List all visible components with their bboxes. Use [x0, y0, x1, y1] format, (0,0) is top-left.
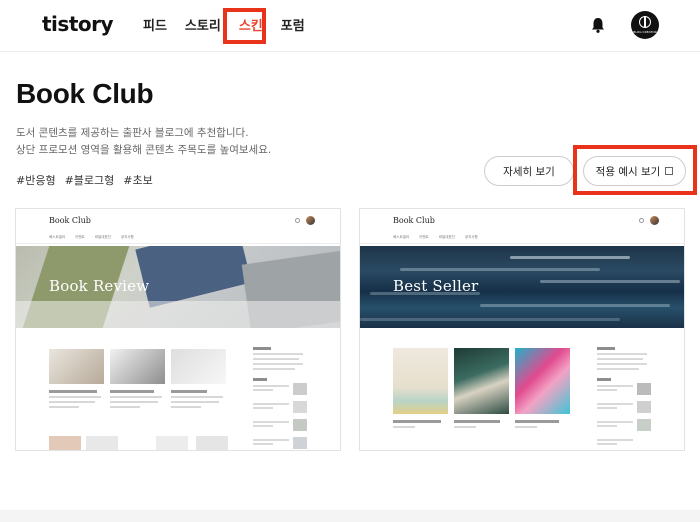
nav-feed[interactable]: 피드 — [143, 15, 167, 34]
post-thumbnail — [196, 436, 228, 450]
preview-menu-item: 비밀대표단 — [94, 235, 111, 239]
preview-menu-item: 베스트셀러 — [393, 235, 410, 239]
nav-forum[interactable]: 포럼 — [281, 15, 305, 34]
view-details-button[interactable]: 자세히 보기 — [484, 156, 574, 186]
preview-body — [360, 328, 684, 450]
divider — [16, 243, 340, 244]
view-details-label: 자세히 보기 — [503, 165, 555, 178]
search-icon — [639, 218, 644, 223]
nav-story[interactable]: 스토리 — [185, 15, 221, 34]
search-icon — [295, 218, 300, 223]
post-thumbnail — [110, 349, 165, 384]
preview-menu-item: 이벤트 — [419, 235, 429, 239]
preview-highlight-box — [573, 145, 697, 195]
post-thumbnail — [49, 349, 104, 384]
tistory-logo[interactable]: tistory — [42, 12, 114, 36]
description-line-1: 도서 콘텐츠를 제공하는 출판사 블로그에 추천합니다. — [16, 127, 249, 139]
tag-responsive[interactable]: #반응형 — [16, 172, 56, 188]
tag-beginner[interactable]: #초보 — [123, 172, 152, 188]
post-thumbnail — [49, 436, 81, 450]
preview-hero-text: Book Review — [49, 277, 150, 295]
preview-menu-item: 공지사항 — [120, 235, 134, 239]
skin-highlight-box — [223, 8, 266, 44]
preview-menu-item: 공지사항 — [464, 235, 478, 239]
preview-avatar — [306, 216, 315, 225]
preview-menu-item: 베스트셀러 — [49, 235, 66, 239]
avatar-label: BLOG CREATOR — [633, 30, 657, 34]
post-thumbnail — [86, 436, 118, 450]
description-line-2: 상단 프로모션 영역을 활용해 콘텐츠 주목도를 높여보세요. — [16, 144, 272, 156]
preview-card-best-seller[interactable]: Book Club 베스트셀러 이벤트 비밀대표단 공지사항 Best Sell… — [359, 208, 685, 451]
preview-menu-item: 이벤트 — [75, 235, 85, 239]
preview-hero-text: Best Seller — [393, 277, 479, 295]
preview-header: Book Club — [16, 209, 340, 234]
post-thumbnail — [393, 348, 448, 414]
bell-icon[interactable] — [589, 16, 607, 34]
preview-card-book-review[interactable]: Book Club 베스트셀러 이벤트 비밀대표단 공지사항 Book Revi… — [15, 208, 341, 451]
divider — [360, 243, 684, 244]
preview-blog-title: Book Club — [49, 216, 91, 225]
avatar-logo-icon — [639, 16, 651, 28]
tag-blog[interactable]: #블로그형 — [65, 172, 115, 188]
preview-blog-title: Book Club — [393, 216, 435, 225]
preview-menu: 베스트셀러 이벤트 비밀대표단 공지사항 — [49, 235, 134, 240]
post-thumbnail — [171, 349, 226, 384]
post-thumbnail — [156, 436, 188, 450]
preview-header: Book Club — [360, 209, 684, 234]
post-thumbnail — [515, 348, 570, 414]
avatar[interactable]: BLOG CREATOR — [631, 11, 659, 39]
preview-body — [16, 328, 340, 450]
preview-menu-item: 비밀대표단 — [438, 235, 455, 239]
preview-menu: 베스트셀러 이벤트 비밀대표단 공지사항 — [393, 235, 478, 240]
post-thumbnail — [454, 348, 509, 414]
preview-avatar — [650, 216, 659, 225]
top-header: tistory 피드 스토리 스킨 포럼 BLOG CREATOR — [0, 0, 700, 52]
page-title: Book Club — [16, 78, 154, 109]
tag-list: #반응형 #블로그형 #초보 — [16, 172, 153, 188]
skin-description: 도서 콘텐츠를 제공하는 출판사 블로그에 추천합니다. 상단 프로모션 영역을… — [16, 125, 271, 159]
footer-band — [0, 510, 700, 522]
